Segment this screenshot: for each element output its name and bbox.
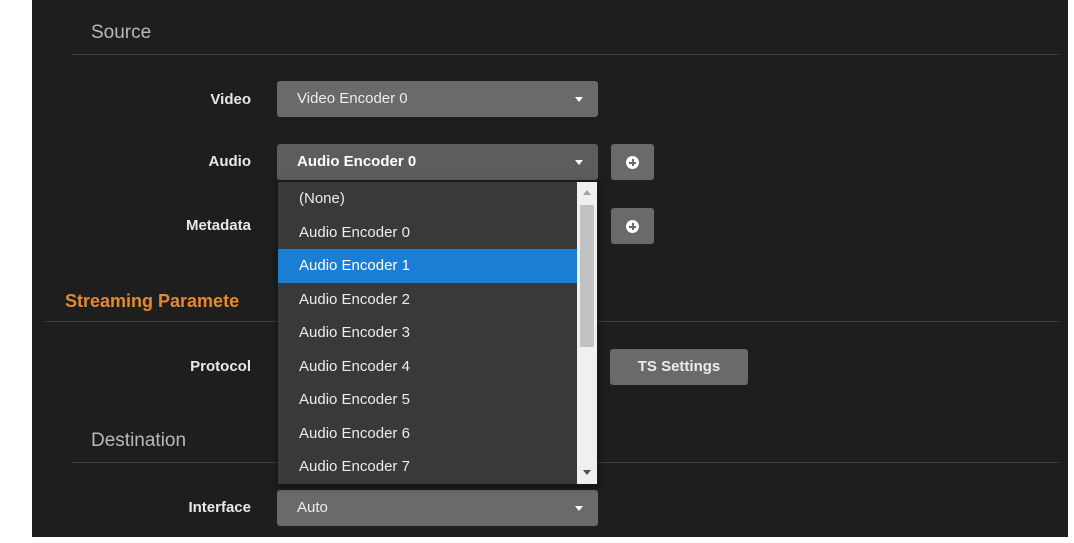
dropdown-scrollbar[interactable] [577, 182, 597, 484]
destination-section-title: Destination [91, 430, 187, 451]
scrollbar-thumb[interactable] [580, 205, 594, 347]
source-divider [72, 54, 1059, 55]
audio-dropdown-list[interactable]: (None) Audio Encoder 0 Audio Encoder 1 A… [277, 181, 598, 485]
add-audio-button[interactable] [611, 144, 654, 180]
dropdown-option[interactable]: Audio Encoder 5 [278, 383, 577, 417]
scroll-up-icon[interactable] [583, 190, 591, 195]
add-metadata-button[interactable] [611, 208, 654, 244]
streaming-section-title: Streaming Paramete [65, 291, 240, 311]
audio-label: Audio [208, 153, 252, 170]
dropdown-option[interactable]: Audio Encoder 7 [278, 450, 577, 484]
scroll-down-icon[interactable] [583, 470, 591, 475]
dropdown-option[interactable]: Audio Encoder 4 [278, 350, 577, 384]
plus-circle-icon [626, 220, 639, 233]
plus-circle-icon [626, 156, 639, 169]
interface-label: Interface [188, 499, 251, 516]
dropdown-option[interactable]: Audio Encoder 3 [278, 316, 577, 350]
chevron-down-icon [575, 97, 583, 102]
interface-select[interactable]: Auto [277, 490, 598, 526]
audio-select-value: Audio Encoder 0 [297, 153, 417, 170]
audio-select[interactable]: Audio Encoder 0 [277, 144, 598, 180]
interface-select-value: Auto [297, 499, 328, 516]
metadata-label: Metadata [185, 217, 251, 234]
dropdown-option-highlighted[interactable]: Audio Encoder 1 [278, 249, 577, 283]
chevron-down-icon [575, 506, 583, 511]
source-section-title: Source [91, 22, 152, 43]
video-select[interactable]: Video Encoder 0 [277, 81, 598, 117]
dropdown-option[interactable]: Audio Encoder 6 [278, 417, 577, 451]
protocol-label: Protocol [190, 358, 251, 375]
video-label: Video [210, 91, 251, 108]
dropdown-options: (None) Audio Encoder 0 Audio Encoder 1 A… [278, 182, 577, 484]
dropdown-option[interactable]: Audio Encoder 0 [278, 216, 577, 250]
chevron-down-icon [575, 160, 583, 165]
frame-border [0, 537, 1074, 543]
video-select-value: Video Encoder 0 [297, 90, 408, 107]
ts-settings-button[interactable]: TS Settings [610, 349, 748, 385]
dropdown-option[interactable]: (None) [278, 182, 577, 216]
dropdown-option[interactable]: Audio Encoder 2 [278, 283, 577, 317]
